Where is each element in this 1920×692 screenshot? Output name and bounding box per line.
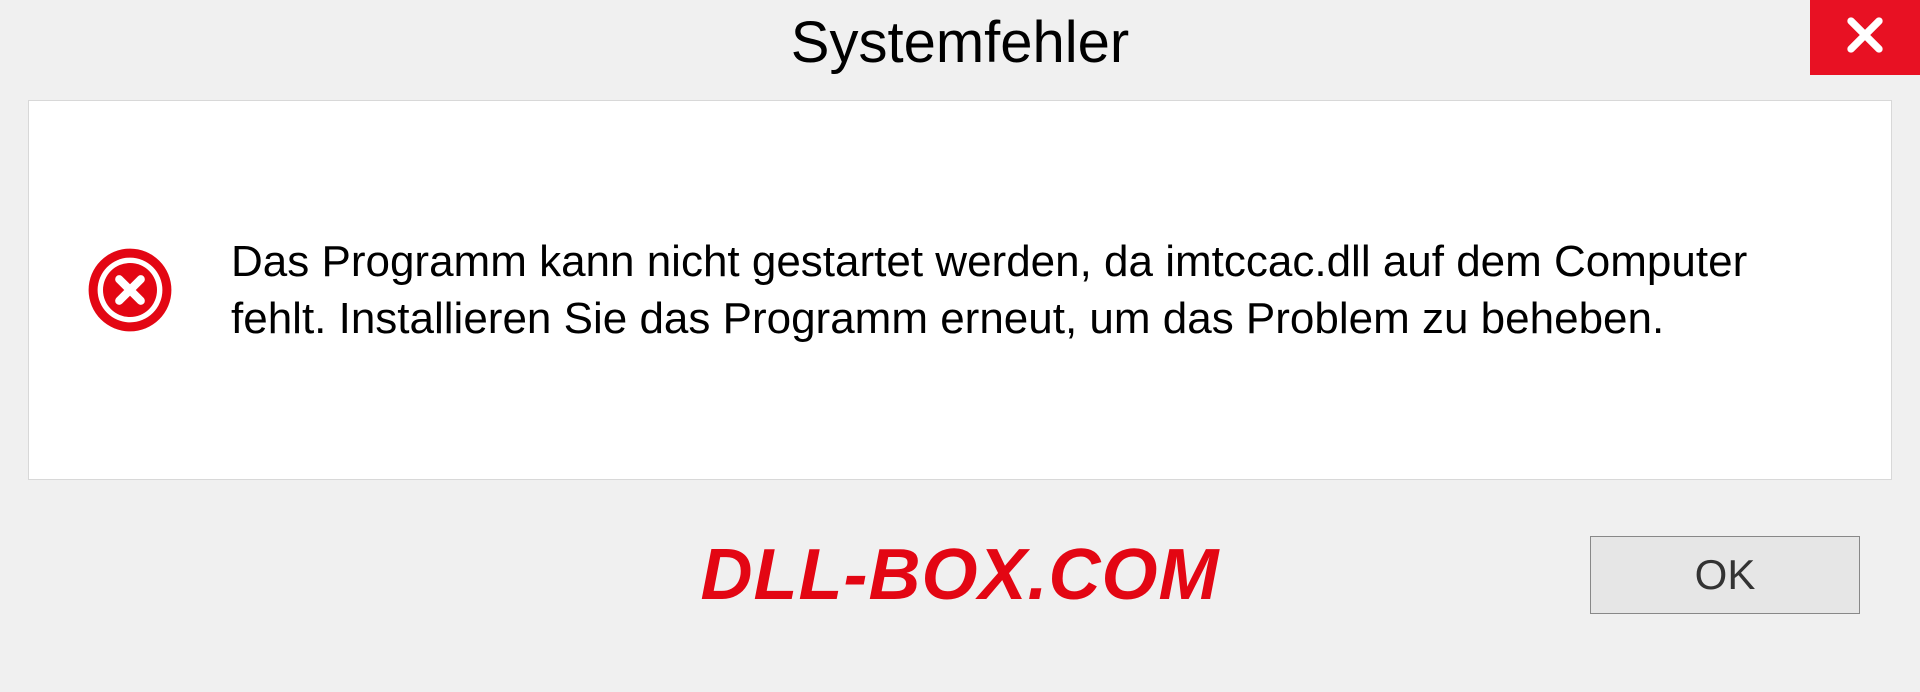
close-icon [1844, 14, 1886, 61]
ok-button[interactable]: OK [1590, 536, 1860, 614]
close-button[interactable] [1810, 0, 1920, 75]
error-icon [85, 245, 175, 335]
dialog-title: Systemfehler [791, 9, 1129, 76]
dialog-footer: DLL-BOX.COM OK [0, 490, 1920, 640]
watermark-text: DLL-BOX.COM [701, 534, 1220, 616]
error-message: Das Programm kann nicht gestartet werden… [231, 233, 1841, 347]
error-dialog: Systemfehler Das Programm kann nicht ges… [0, 0, 1920, 692]
message-panel: Das Programm kann nicht gestartet werden… [28, 100, 1892, 480]
title-bar: Systemfehler [0, 0, 1920, 85]
